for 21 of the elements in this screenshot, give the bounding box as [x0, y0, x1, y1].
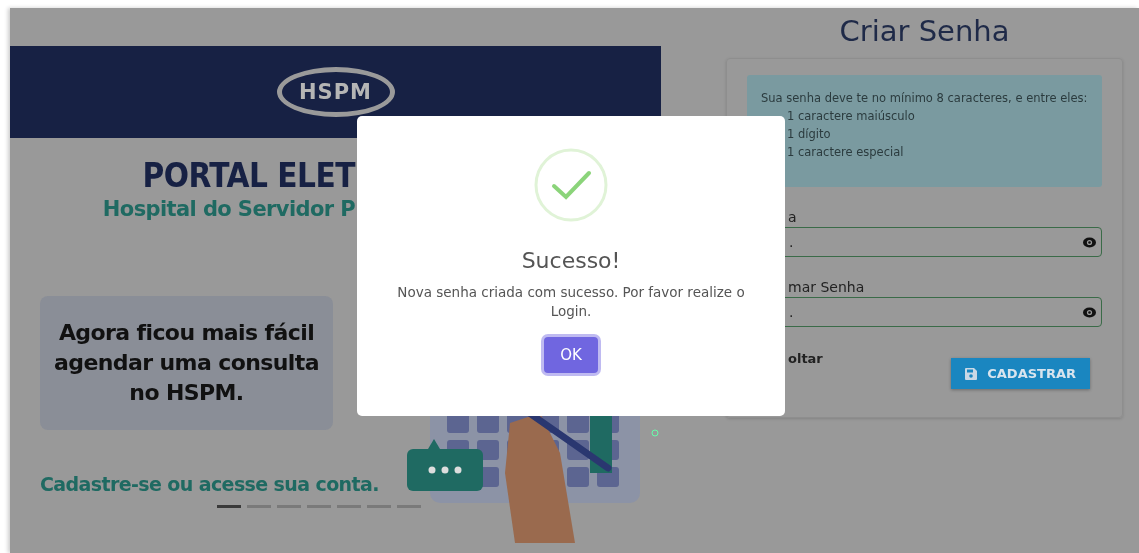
- rule-item: 1 dígito: [787, 126, 832, 143]
- dialog-message: Nova senha criada com sucesso. Por favor realize o Login.: [396, 283, 746, 321]
- rule-item: 1 caractere especial: [787, 144, 905, 161]
- page-title: Criar Senha: [839, 14, 1010, 48]
- register-button[interactable]: CADASTRAR: [951, 358, 1090, 389]
- save-icon: [965, 367, 978, 380]
- eye-icon[interactable]: [1083, 237, 1096, 248]
- rules-intro: Sua senha deve te no mínimo 8 caracteres, e entre eles:: [761, 90, 1089, 107]
- back-link[interactable]: oltar: [788, 351, 823, 366]
- eye-icon[interactable]: [1083, 307, 1096, 318]
- field-label: mar Senha: [788, 279, 865, 295]
- rule-item: 1 caractere maiúsculo: [787, 108, 916, 125]
- hospital-subtitle: Hospital do Servidor P: [102, 197, 355, 221]
- signup-prompt: Cadastre-se ou acesse sua conta.: [40, 473, 379, 495]
- success-check-icon: [534, 148, 608, 222]
- carousel-indicator[interactable]: [217, 505, 241, 508]
- field-label: a: [788, 209, 797, 225]
- portal-title: PORTAL ELET: [142, 156, 355, 195]
- ok-button[interactable]: OK: [544, 337, 598, 373]
- promo-text: Agora ficou mais fácil agendar uma consulta no HSPM.: [40, 296, 333, 430]
- dialog-title: Sucesso!: [521, 248, 621, 273]
